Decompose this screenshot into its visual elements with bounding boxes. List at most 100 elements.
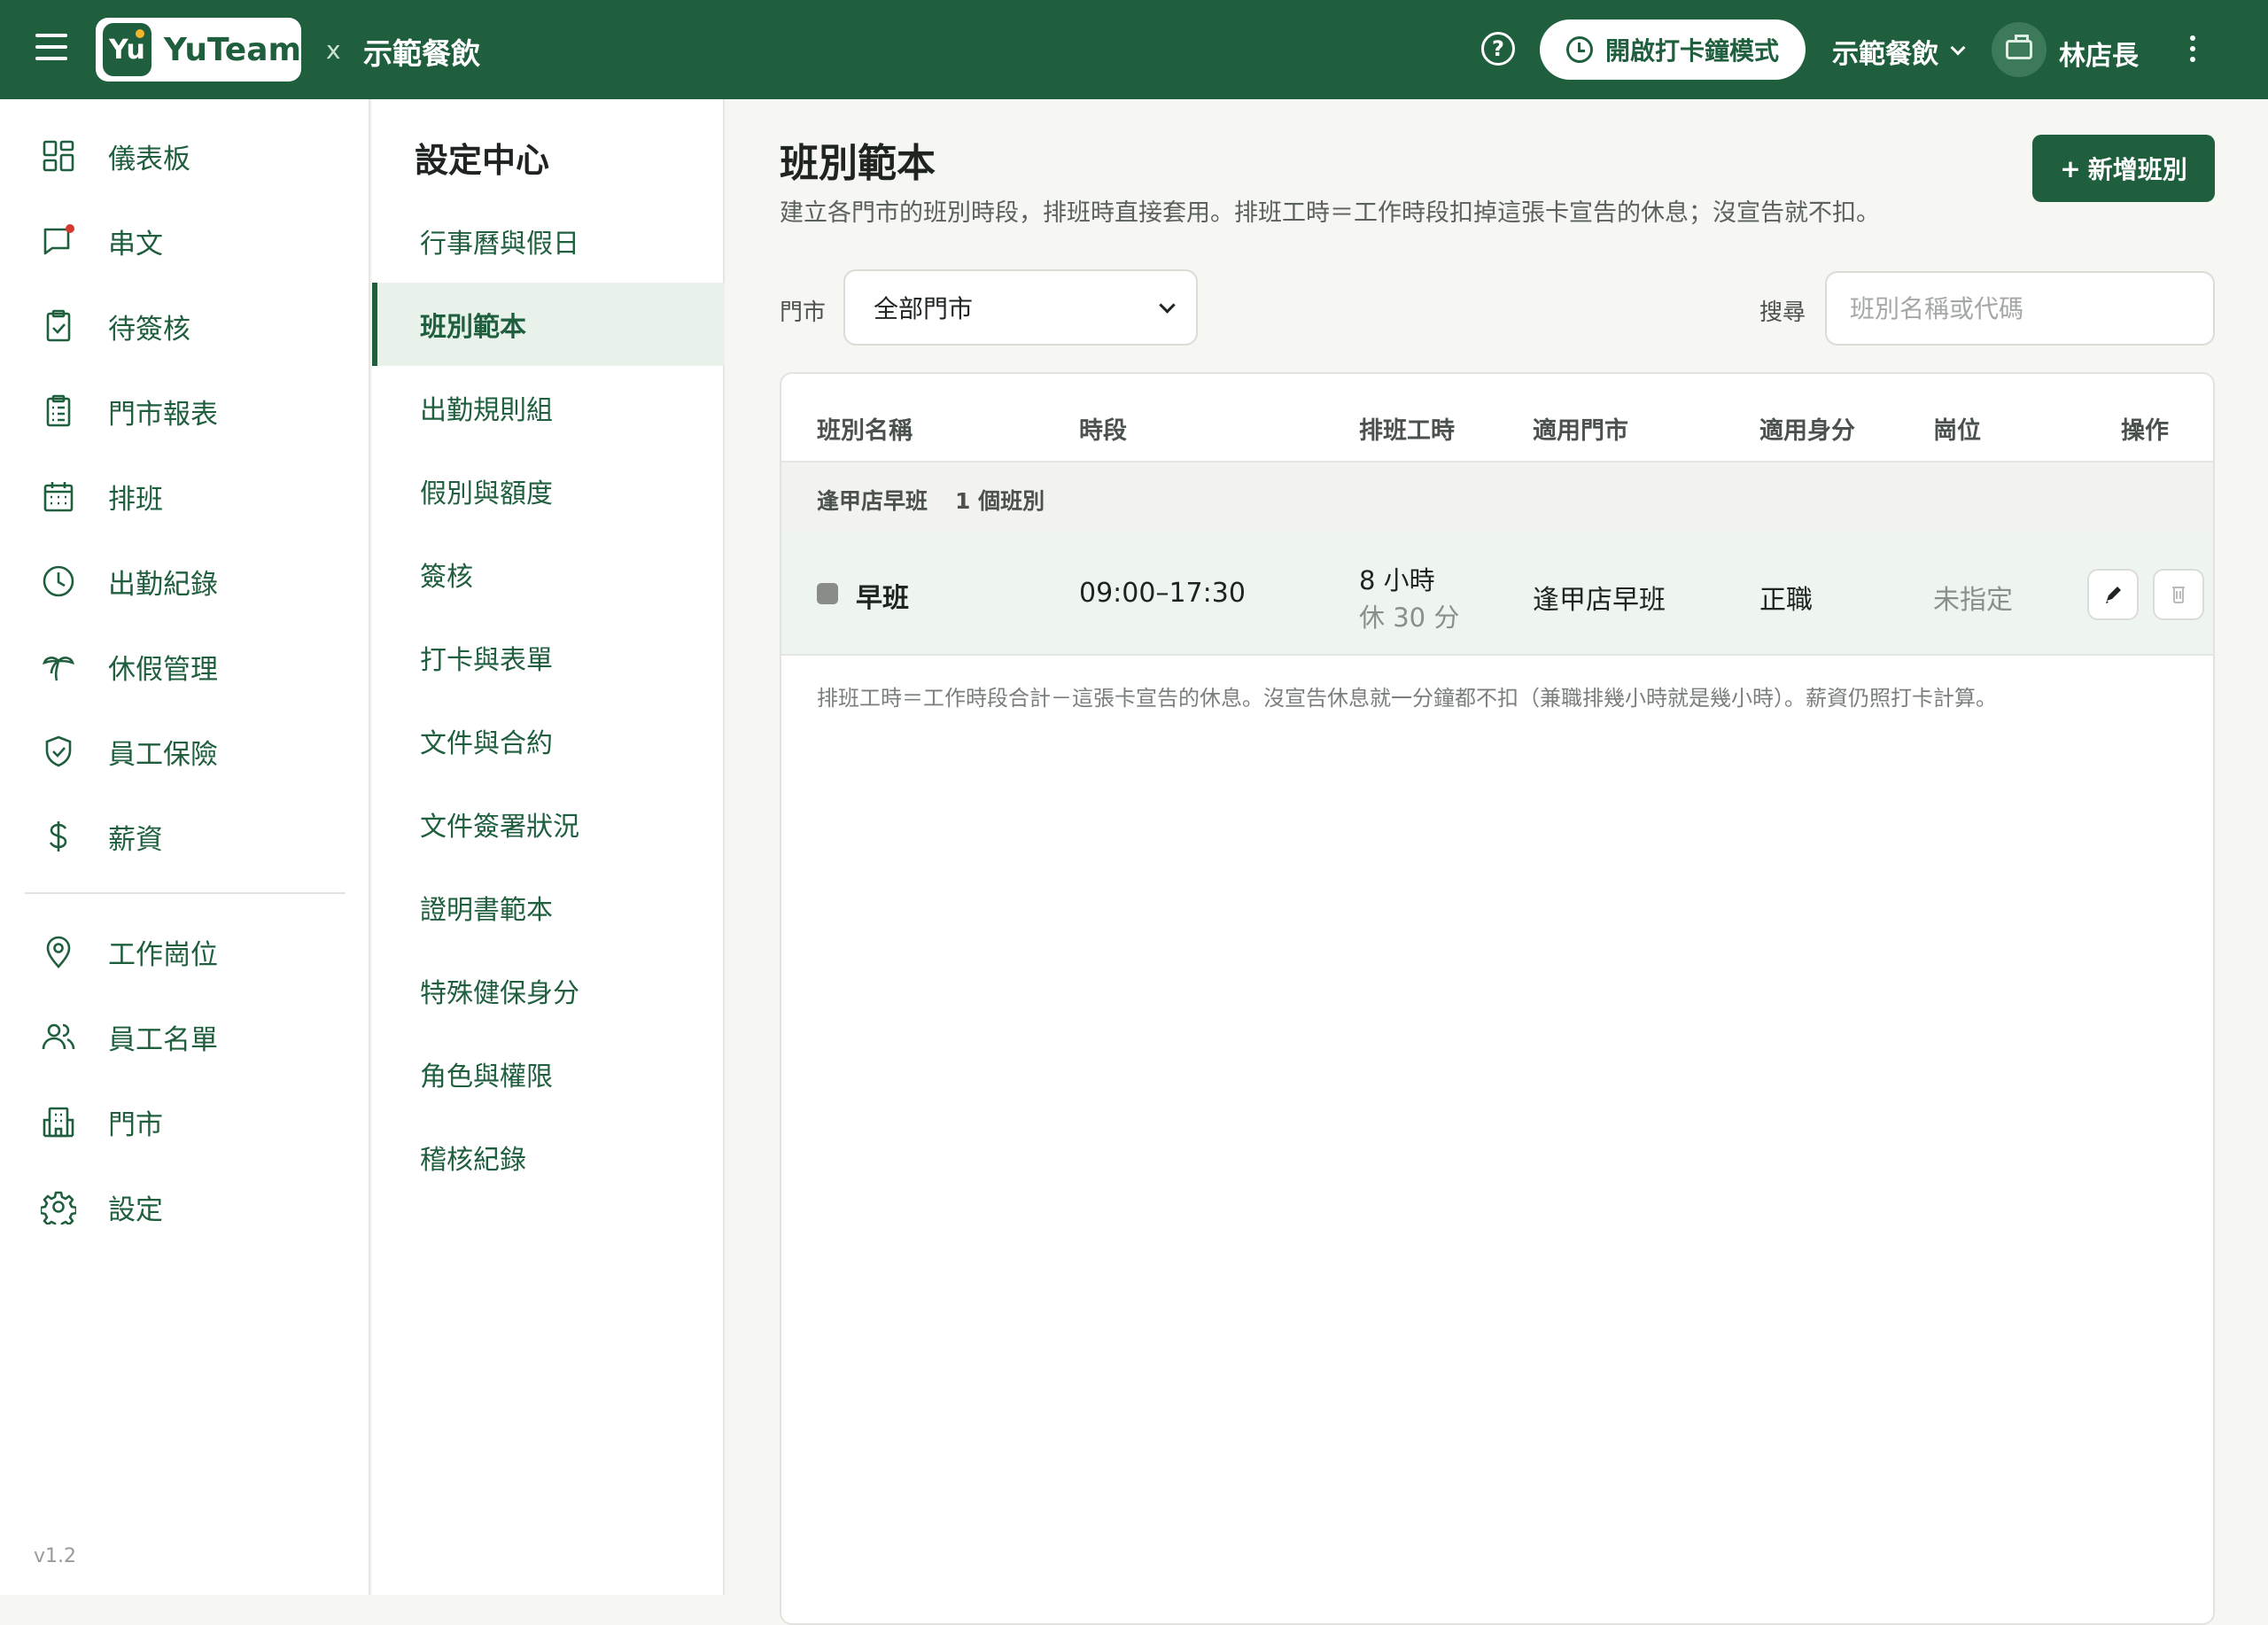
- shift-identity: 正職: [1759, 585, 1813, 616]
- chat-icon: [43, 224, 74, 255]
- user-name[interactable]: 林店長: [2059, 34, 2139, 73]
- brand-logo[interactable]: Yu YuTeam: [96, 18, 301, 82]
- sidebar-item-stores[interactable]: 門市: [0, 1086, 370, 1157]
- location-pin-icon: [46, 936, 71, 968]
- search-input[interactable]: [1825, 271, 2215, 346]
- settings-item-shift-templates[interactable]: 班別範本: [372, 283, 725, 366]
- store-filter-value: 全部門市: [874, 294, 974, 323]
- sidebar-item-dashboard[interactable]: 儀表板: [0, 121, 370, 191]
- clock-icon: [43, 565, 74, 597]
- settings-item-signing-status[interactable]: 文件簽署狀況: [372, 782, 725, 866]
- sidebar-item-label: 員工名單: [108, 1023, 218, 1056]
- settings-item-label: 打卡與表單: [420, 645, 553, 676]
- sidebar-divider: [25, 892, 346, 894]
- dashboard-icon: [43, 140, 74, 172]
- settings-title: 設定中心: [415, 141, 550, 180]
- settings-item-label: 稽核紀錄: [420, 1145, 526, 1176]
- store-filter-label: 門市: [780, 299, 827, 326]
- settings-item-leave-quota[interactable]: 假別與額度: [372, 449, 725, 533]
- table-row[interactable]: 早班 09:00–17:30 8 小時 休 30 分 逢甲店早班 正職 未指定: [781, 532, 2213, 656]
- settings-item-audit-log[interactable]: 稽核紀錄: [372, 1116, 725, 1199]
- settings-item-health-insurance[interactable]: 特殊健保身分: [372, 949, 725, 1032]
- shift-name: 早班: [856, 583, 909, 614]
- dollar-icon: [49, 821, 67, 851]
- settings-item-documents[interactable]: 文件與合約: [372, 699, 725, 782]
- sidebar-item-store-reports[interactable]: 門市報表: [0, 376, 370, 447]
- sidebar-item-label: 設定: [108, 1193, 163, 1226]
- add-shift-label: 新增班別: [2087, 155, 2187, 184]
- sidebar-item-insurance[interactable]: 員工保險: [0, 716, 370, 787]
- chevron-down-icon: [1159, 297, 1176, 314]
- group-name: 逢甲店早班: [817, 488, 928, 514]
- column-header-identity: 適用身分: [1759, 417, 1855, 445]
- palm-tree-icon: [42, 657, 75, 681]
- briefcase-icon: [2006, 35, 2032, 59]
- settings-item-label: 角色與權限: [420, 1061, 553, 1092]
- shield-check-icon: [45, 735, 72, 767]
- settings-item-calendar[interactable]: 行事曆與假日: [372, 199, 725, 283]
- store-filter-select[interactable]: 全部門市: [843, 269, 1198, 346]
- shift-position: 未指定: [1933, 585, 2013, 616]
- clock-icon: [1565, 36, 1593, 63]
- sidebar: 儀表板 串文 待簽核 門市報表 排班 出勤紀錄 休假管理 員工保險 薪資 工作崗…: [0, 99, 370, 1595]
- settings-item-label: 文件簽署狀況: [420, 812, 579, 843]
- calendar-icon: [43, 482, 74, 512]
- org-name: 示範餐飲: [363, 36, 480, 71]
- settings-item-label: 班別範本: [420, 312, 526, 343]
- settings-item-label: 文件與合約: [420, 728, 553, 759]
- settings-item-punch-forms[interactable]: 打卡與表單: [372, 616, 725, 699]
- org-selector[interactable]: 示範餐飲: [1832, 32, 1966, 71]
- delete-button[interactable]: [2153, 569, 2204, 620]
- settings-item-approvals[interactable]: 簽核: [372, 533, 725, 616]
- search-label: 搜尋: [1759, 299, 1806, 326]
- sidebar-item-leave[interactable]: 休假管理: [0, 631, 370, 702]
- table-footnote: 排班工時＝工作時段合計－這張卡宣告的休息。沒宣告休息就一分鐘都不扣（兼職排幾小時…: [817, 686, 1997, 711]
- report-icon: [46, 394, 71, 427]
- sidebar-item-approvals[interactable]: 待簽核: [0, 291, 370, 362]
- sidebar-item-payroll[interactable]: 薪資: [0, 801, 370, 872]
- sidebar-item-employees[interactable]: 員工名單: [0, 1001, 370, 1072]
- gear-icon: [41, 1191, 76, 1225]
- page-title: 班別範本: [780, 141, 936, 186]
- page-description: 建立各門市的班別時段，排班時直接套用。排班工時＝工作時段扣掉這張卡宣告的休息；沒…: [780, 199, 1880, 227]
- sidebar-item-label: 儀表板: [108, 143, 190, 175]
- shift-store: 逢甲店早班: [1533, 585, 1666, 616]
- sidebar-item-positions[interactable]: 工作崗位: [0, 916, 370, 987]
- avatar[interactable]: [1992, 22, 2047, 77]
- settings-item-attendance-rules[interactable]: 出勤規則組: [372, 366, 725, 449]
- shift-hours: 8 小時: [1359, 565, 1435, 595]
- clipboard-check-icon: [46, 309, 71, 342]
- more-options-icon[interactable]: [2190, 35, 2199, 67]
- main-content: 班別範本 建立各門市的班別時段，排班時直接套用。排班工時＝工作時段扣掉這張卡宣告…: [726, 99, 2268, 1625]
- edit-button[interactable]: [2087, 569, 2139, 620]
- settings-item-label: 假別與額度: [420, 478, 553, 509]
- sidebar-item-label: 出勤紀錄: [108, 568, 218, 601]
- settings-menu: 設定中心 行事曆與假日 班別範本 出勤規則組 假別與額度 簽核 打卡與表單 文件…: [372, 99, 725, 1595]
- settings-item-roles[interactable]: 角色與權限: [372, 1032, 725, 1116]
- sidebar-item-label: 薪資: [108, 823, 163, 856]
- help-icon[interactable]: ?: [1481, 32, 1515, 66]
- sidebar-item-label: 員工保險: [108, 738, 218, 771]
- sidebar-item-label: 休假管理: [108, 653, 218, 686]
- sidebar-item-attendance[interactable]: 出勤紀錄: [0, 546, 370, 617]
- settings-item-certificates[interactable]: 證明書範本: [372, 866, 725, 949]
- brand-separator: x: [326, 35, 341, 65]
- settings-item-label: 特殊健保身分: [420, 978, 579, 1009]
- hamburger-menu-icon[interactable]: [35, 34, 67, 66]
- sidebar-item-settings[interactable]: 設定: [0, 1171, 370, 1242]
- building-icon: [43, 1107, 74, 1138]
- clock-mode-button[interactable]: 開啟打卡鐘模式: [1540, 19, 1806, 80]
- column-header-store: 適用門市: [1533, 417, 1628, 445]
- brand-name: YuTeam: [163, 31, 301, 68]
- sidebar-item-posts[interactable]: 串文: [0, 206, 370, 276]
- column-header-name: 班別名稱: [817, 417, 913, 445]
- settings-item-label: 證明書範本: [420, 895, 553, 926]
- sidebar-item-label: 門市: [108, 1108, 163, 1141]
- settings-item-label: 出勤規則組: [420, 395, 553, 426]
- add-shift-button[interactable]: + 新增班別: [2032, 135, 2215, 202]
- org-selector-label: 示範餐飲: [1832, 39, 1938, 70]
- sidebar-item-scheduling[interactable]: 排班: [0, 461, 370, 532]
- users-icon: [42, 1023, 75, 1050]
- sidebar-item-label: 串文: [108, 228, 163, 260]
- settings-item-label: 行事曆與假日: [420, 229, 579, 260]
